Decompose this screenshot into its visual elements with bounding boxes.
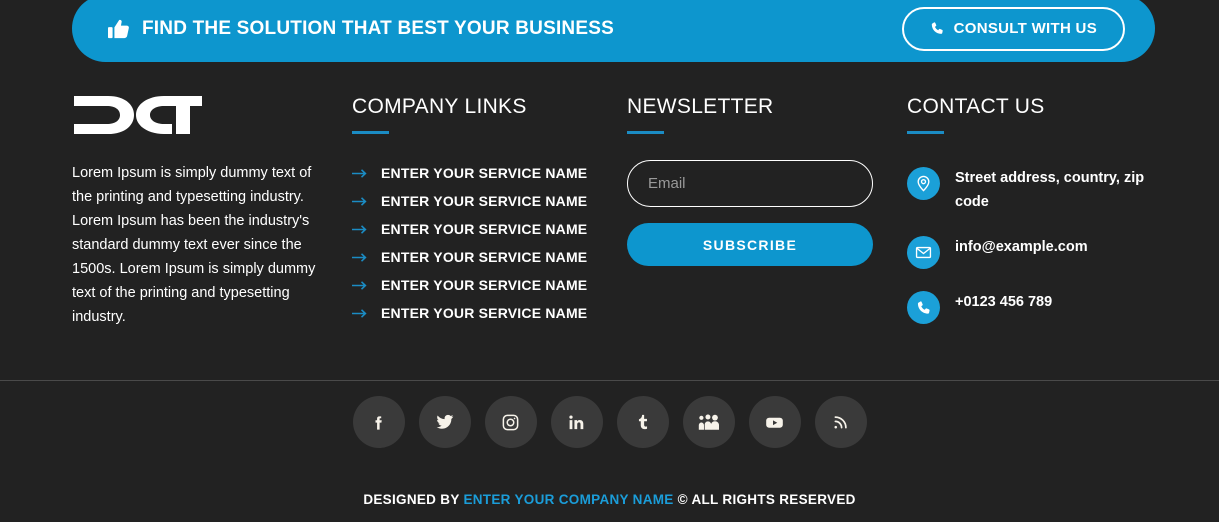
contact-address-text: Street address, country, zip code [955,170,1145,210]
copyright-suffix: © ALL RIGHTS RESERVED [673,492,856,507]
company-link-item[interactable]: ENTER YOUR SERVICE NAME [352,215,627,243]
newsletter-column: NEWSLETTER SUBSCRIBE [627,86,907,345]
company-link-item[interactable]: ENTER YOUR SERVICE NAME [352,243,627,271]
copyright-brand-link[interactable]: ENTER YOUR COMPANY NAME [463,492,673,507]
heading-accent-rule [352,131,389,134]
company-links-list: ENTER YOUR SERVICE NAME ENTER YOUR SERVI… [352,159,627,327]
contact-column: CONTACT US Street address, country, zip … [907,86,1172,345]
thumbs-up-icon [108,18,130,40]
social-links-row [0,396,1219,448]
contact-phone-item[interactable]: +0123 456 789 [907,290,1172,324]
contact-list: Street address, country, zip code info@e… [907,166,1172,324]
twitter-icon [435,412,455,432]
social-link-twitter[interactable] [418,396,471,448]
contact-phone-text: +0123 456 789 [955,294,1053,310]
about-column: Lorem Ipsum is simply dummy text of the … [72,86,352,345]
linkedin-icon [567,413,586,432]
about-description: Lorem Ipsum is simply dummy text of the … [72,165,316,325]
myspace-icon [698,413,719,432]
company-link-item[interactable]: ENTER YOUR SERVICE NAME [352,159,627,187]
company-links-heading: COMPANY LINKS [352,95,527,118]
arrow-right-icon [352,168,369,179]
cta-headline: FIND THE SOLUTION THAT BEST YOUR BUSINES… [108,18,614,40]
email-input[interactable] [627,160,873,207]
company-link-item[interactable]: ENTER YOUR SERVICE NAME [352,299,627,327]
social-link-instagram[interactable] [484,396,537,448]
location-pin-icon [907,167,940,200]
contact-email-item[interactable]: info@example.com [907,235,1172,269]
subscribe-button[interactable]: SUBSCRIBE [627,223,873,266]
phone-icon [907,291,940,324]
contact-address-item: Street address, country, zip code [907,166,1172,214]
consult-with-us-button[interactable]: CONSULT WITH US [901,6,1125,51]
social-link-rss[interactable] [814,396,867,448]
rss-icon [832,413,850,431]
social-link-youtube[interactable] [748,396,801,448]
instagram-icon [501,413,520,432]
arrow-right-icon [352,308,369,319]
arrow-right-icon [352,196,369,207]
arrow-right-icon [352,252,369,263]
envelope-icon [907,236,940,269]
social-link-facebook[interactable] [352,396,405,448]
heading-accent-rule [627,131,664,134]
company-link-item[interactable]: ENTER YOUR SERVICE NAME [352,187,627,215]
company-link-item[interactable]: ENTER YOUR SERVICE NAME [352,271,627,299]
social-link-myspace[interactable] [682,396,735,448]
company-link-label: ENTER YOUR SERVICE NAME [381,193,588,209]
contact-email-text: info@example.com [955,239,1088,255]
copyright-bar: DESIGNED BY ENTER YOUR COMPANY NAME © AL… [0,492,1219,507]
footer-divider [0,380,1219,381]
phone-icon [930,21,945,36]
heading-accent-rule [907,131,944,134]
social-link-linkedin[interactable] [550,396,603,448]
cta-banner: FIND THE SOLUTION THAT BEST YOUR BUSINES… [72,0,1155,62]
footer-columns: Lorem Ipsum is simply dummy text of the … [0,86,1219,345]
arrow-right-icon [352,280,369,291]
company-link-label: ENTER YOUR SERVICE NAME [381,305,588,321]
social-link-tumblr[interactable] [616,396,669,448]
facebook-icon [369,413,388,432]
newsletter-heading: NEWSLETTER [627,95,774,118]
cta-headline-text: FIND THE SOLUTION THAT BEST YOUR BUSINES… [142,17,614,39]
company-link-label: ENTER YOUR SERVICE NAME [381,249,588,265]
contact-heading: CONTACT US [907,95,1045,118]
company-links-column: COMPANY LINKS ENTER YOUR SERVICE NAME EN… [352,86,627,345]
dct-logo[interactable] [72,86,352,144]
youtube-icon [764,412,785,433]
tumblr-icon [634,413,652,431]
company-link-label: ENTER YOUR SERVICE NAME [381,221,588,237]
company-link-label: ENTER YOUR SERVICE NAME [381,165,588,181]
consult-with-us-label: CONSULT WITH US [953,20,1097,37]
arrow-right-icon [352,224,369,235]
copyright-prefix: DESIGNED BY [363,492,464,507]
company-link-label: ENTER YOUR SERVICE NAME [381,277,588,293]
